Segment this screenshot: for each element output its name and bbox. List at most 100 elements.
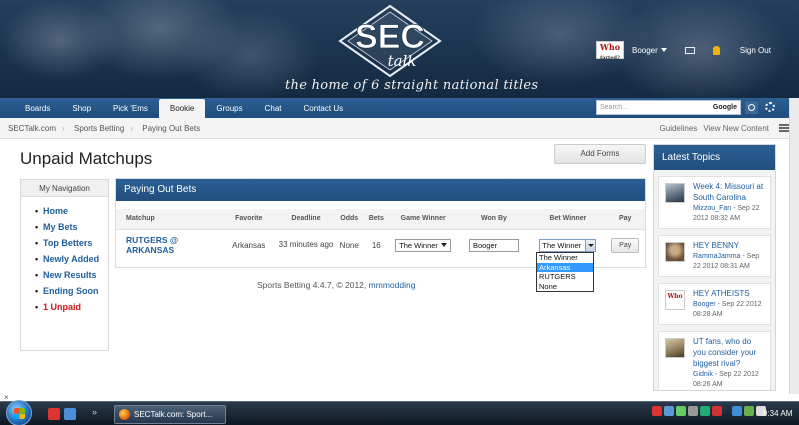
- avatar[interactable]: [665, 242, 685, 262]
- bet-winner-select[interactable]: The Winner: [539, 238, 597, 252]
- user-menu[interactable]: Booger: [632, 46, 667, 55]
- col-odds: Odds: [334, 209, 364, 230]
- notification-bell-icon[interactable]: [712, 45, 720, 55]
- mynav-unpaid[interactable]: 1 Unpaid: [35, 302, 102, 313]
- breadcrumb: SECTalk.com Sports Betting Paying Out Be…: [0, 118, 799, 139]
- firefox-icon: [119, 409, 130, 420]
- breadcrumb-right-links: Guidelines View New Content: [660, 124, 769, 133]
- footer-credit: Sports Betting 4.4.7, © 2012, mmmodding: [257, 280, 416, 290]
- breadcrumb-sports-betting[interactable]: Sports Betting: [62, 124, 134, 133]
- tray-icon[interactable]: [676, 406, 686, 416]
- sign-out-link[interactable]: Sign Out: [740, 46, 771, 55]
- list-item: HEY BENNY RammaJamma - Sep 22 2012 08:31…: [658, 235, 771, 277]
- topic-title[interactable]: HEY BENNY: [693, 240, 766, 251]
- tray-icon[interactable]: [700, 406, 710, 416]
- list-item: Week 4: Missouri at South Carolina Mizzo…: [658, 176, 771, 229]
- panel-title: Paying Out Bets: [116, 179, 645, 201]
- topics-list: Week 4: Missouri at South Carolina Mizzo…: [654, 170, 775, 390]
- nav-contact-us[interactable]: Contact Us: [293, 98, 355, 118]
- chevron-right-icon[interactable]: »: [92, 407, 97, 417]
- topic-title[interactable]: HEY ATHEISTS: [693, 288, 766, 299]
- tray-icon[interactable]: [688, 406, 698, 416]
- tray-icon[interactable]: [664, 406, 674, 416]
- mynav-new-results[interactable]: New Results: [35, 270, 102, 281]
- mynav-top-betters[interactable]: Top Betters: [35, 238, 102, 249]
- nav-chat[interactable]: Chat: [254, 98, 293, 118]
- start-button[interactable]: [6, 400, 32, 425]
- col-bets: Bets: [363, 209, 389, 230]
- who-badge[interactable]: Who farted?: [596, 41, 624, 61]
- breadcrumb-paying-out-bets[interactable]: Paying Out Bets: [130, 124, 210, 133]
- network-icon[interactable]: [732, 406, 742, 416]
- user-area: Who farted? Booger Sign Out: [596, 40, 771, 61]
- nav-shop[interactable]: Shop: [61, 98, 102, 118]
- col-matchup: Matchup: [116, 209, 221, 230]
- list-view-icon[interactable]: [779, 124, 789, 132]
- mynav-ending-soon[interactable]: Ending Soon: [35, 286, 102, 297]
- won-by-cell: Booger: [458, 229, 531, 261]
- latest-topics-title: Latest Topics: [654, 145, 775, 170]
- list-item: UT fans, who do you consider your bigges…: [658, 331, 771, 390]
- topic-title[interactable]: UT fans, who do you consider your bigges…: [693, 336, 766, 369]
- my-navigation: My Navigation Home My Bets Top Betters N…: [20, 179, 109, 351]
- mmmodding-link[interactable]: mmmodding: [369, 280, 416, 290]
- gear-icon[interactable]: [765, 102, 775, 112]
- nav-pickems[interactable]: Pick 'Ems: [102, 98, 159, 118]
- google-label: Google: [712, 104, 737, 111]
- page-title: Unpaid Matchups: [20, 149, 153, 168]
- option-arkansas[interactable]: Arkansas: [537, 262, 593, 272]
- clock[interactable]: 9:34 AM: [763, 409, 792, 418]
- tray-icon[interactable]: [712, 406, 722, 416]
- view-new-content-link[interactable]: View New Content: [703, 124, 769, 133]
- avatar[interactable]: [665, 183, 685, 203]
- taskbar-firefox-window[interactable]: SECTalk.com: Sport...: [114, 405, 226, 424]
- deadline-cell: 33 minutes ago: [278, 240, 334, 250]
- table-header-row: Matchup Favorite Deadline Odds Bets Game…: [116, 209, 645, 230]
- favorite-cell: Arkansas: [232, 240, 266, 250]
- chevron-down-icon: [660, 48, 667, 52]
- main-nav: Boards Shop Pick 'Ems Bookie Groups Chat…: [0, 98, 799, 118]
- nav-bookie[interactable]: Bookie: [158, 99, 206, 118]
- latest-topics: Latest Topics Week 4: Missouri at South …: [653, 144, 776, 391]
- option-rutgers[interactable]: RUTGERS: [537, 272, 593, 282]
- quicklaunch-app-icon[interactable]: [48, 408, 60, 420]
- col-deadline: Deadline: [277, 209, 335, 230]
- col-won-by: Won By: [457, 209, 531, 230]
- mynav-newly-added[interactable]: Newly Added: [35, 254, 102, 265]
- search-input[interactable]: Search... Google: [596, 100, 741, 115]
- topic-title[interactable]: Week 4: Missouri at South Carolina: [693, 181, 766, 203]
- avatar[interactable]: [665, 338, 685, 358]
- nav-boards[interactable]: Boards: [14, 98, 61, 118]
- option-none[interactable]: None: [537, 282, 593, 292]
- col-game-winner: Game Winner: [388, 209, 458, 230]
- won-by-input[interactable]: Booger: [468, 238, 519, 252]
- chevron-down-icon: [441, 243, 448, 248]
- mynav-home[interactable]: Home: [35, 206, 102, 217]
- avatar[interactable]: Who: [665, 290, 685, 310]
- add-forms-button[interactable]: Add Forms: [554, 144, 646, 164]
- pay-cell: Pay: [605, 229, 645, 261]
- windows-taskbar: » SECTalk.com: Sport... 9:34 AM: [0, 400, 799, 425]
- topic-meta: Booger - Sep 22 2012 08:28 AM: [693, 301, 762, 318]
- system-tray: [652, 406, 766, 416]
- show-desktop-icon[interactable]: [64, 408, 76, 420]
- col-favorite: Favorite: [220, 209, 278, 230]
- breadcrumb-home[interactable]: SECTalk.com: [0, 124, 66, 133]
- search-icon[interactable]: [744, 100, 759, 115]
- option-the-winner[interactable]: The Winner: [537, 253, 593, 263]
- guidelines-link[interactable]: Guidelines: [660, 124, 698, 133]
- tray-icon[interactable]: [652, 406, 662, 416]
- game-winner-select[interactable]: The Winner: [395, 238, 452, 252]
- mail-icon[interactable]: [684, 46, 695, 54]
- mynav-my-bets[interactable]: My Bets: [35, 222, 102, 233]
- topic-meta: Gidnik - Sep 22 2012 08:26 AM: [693, 371, 759, 388]
- pay-button[interactable]: Pay: [611, 237, 640, 253]
- svg-text:SEC: SEC: [355, 18, 425, 56]
- matchup-link[interactable]: RUTGERS @ ARKANSAS: [116, 229, 220, 261]
- nav-groups[interactable]: Groups: [205, 98, 253, 118]
- sectalk-logo[interactable]: SEC talk: [336, 4, 444, 78]
- dropdown-arrow-icon[interactable]: [585, 239, 596, 251]
- tray-icon[interactable]: [744, 406, 754, 416]
- vertical-scrollbar[interactable]: [789, 98, 799, 394]
- topic-meta: Mizzou_Fan - Sep 22 2012 08:32 AM: [693, 205, 760, 222]
